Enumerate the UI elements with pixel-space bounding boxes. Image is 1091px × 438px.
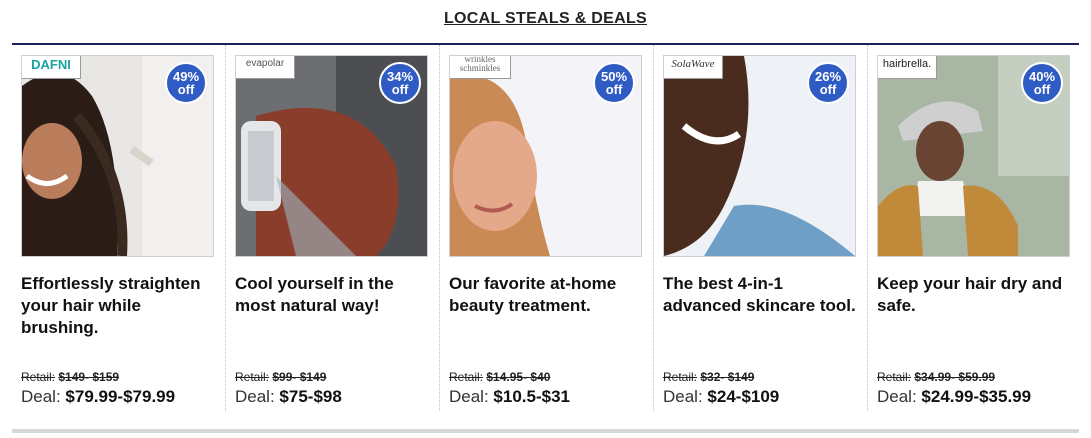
brand-logo: SolaWave — [664, 56, 723, 79]
retail-label: Retail: — [21, 370, 56, 384]
deal-price-line: Deal: $75-$98 — [235, 387, 342, 407]
retail-price-line: Retail: $99- $149 — [235, 370, 326, 384]
deal-card[interactable]: DAFNI 49% off Effortlessly straighten yo… — [12, 45, 226, 411]
deal-headline[interactable]: Effortlessly straighten your hair while … — [21, 273, 219, 339]
footer-divider — [12, 429, 1079, 433]
deal-label: Deal: — [877, 387, 917, 406]
deal-price: $79.99-$79.99 — [65, 387, 176, 406]
discount-badge: 49% off — [165, 62, 207, 104]
discount-off-label: off — [605, 82, 623, 97]
deal-price: $24-$109 — [707, 387, 780, 406]
deal-label: Deal: — [663, 387, 703, 406]
product-image[interactable]: wrinkles schminkles 50% off — [449, 55, 642, 257]
deal-price: $10.5-$31 — [493, 387, 570, 406]
retail-label: Retail: — [449, 370, 484, 384]
discount-badge: 26% off — [807, 62, 849, 104]
product-image[interactable]: hairbrella. 40% off — [877, 55, 1070, 257]
brand-logo: evapolar — [236, 56, 295, 79]
retail-price: $99- $149 — [272, 370, 327, 384]
retail-price-line: Retail: $34.99- $59.99 — [877, 370, 995, 384]
retail-label: Retail: — [235, 370, 270, 384]
deal-price-line: Deal: $10.5-$31 — [449, 387, 570, 407]
brand-logo: DAFNI — [22, 56, 81, 79]
retail-price: $149- $159 — [58, 370, 120, 384]
discount-off-label: off — [391, 82, 409, 97]
deal-price: $75-$98 — [279, 387, 342, 406]
discount-off-label: off — [1033, 82, 1051, 97]
deal-label: Deal: — [449, 387, 489, 406]
brand-logo: wrinkles schminkles — [450, 56, 511, 79]
retail-price: $14.95- $40 — [486, 370, 551, 384]
retail-price: $32- $149 — [700, 370, 755, 384]
retail-price-line: Retail: $32- $149 — [663, 370, 754, 384]
deal-label: Deal: — [21, 387, 61, 406]
retail-label: Retail: — [663, 370, 698, 384]
section-title: LOCAL STEALS & DEALS — [443, 10, 648, 27]
deal-card[interactable]: SolaWave 26% off The best 4-in-1 advance… — [654, 45, 868, 411]
deal-card[interactable]: evapolar 34% off Cool yourself in the mo… — [226, 45, 440, 411]
deal-card[interactable]: wrinkles schminkles 50% off Our favorite… — [440, 45, 654, 411]
deal-price: $24.99-$35.99 — [921, 387, 1032, 406]
deal-card[interactable]: hairbrella. 40% off Keep your hair dry a… — [868, 45, 1081, 411]
discount-off-label: off — [177, 82, 195, 97]
discount-off-label: off — [819, 82, 837, 97]
discount-badge: 40% off — [1021, 62, 1063, 104]
retail-price-line: Retail: $14.95- $40 — [449, 370, 550, 384]
deal-headline[interactable]: Cool yourself in the most natural way! — [235, 273, 433, 317]
product-image[interactable]: SolaWave 26% off — [663, 55, 856, 257]
product-image[interactable]: DAFNI 49% off — [21, 55, 214, 257]
retail-label: Retail: — [877, 370, 912, 384]
deal-price-line: Deal: $24.99-$35.99 — [877, 387, 1031, 407]
discount-badge: 50% off — [593, 62, 635, 104]
deal-headline[interactable]: The best 4-in-1 advanced skincare tool. — [663, 273, 861, 317]
deal-headline[interactable]: Keep your hair dry and safe. — [877, 273, 1075, 317]
retail-price: $34.99- $59.99 — [914, 370, 996, 384]
brand-logo: hairbrella. — [878, 56, 937, 79]
discount-badge: 34% off — [379, 62, 421, 104]
deals-row: DAFNI 49% off Effortlessly straighten yo… — [12, 45, 1079, 415]
product-image[interactable]: evapolar 34% off — [235, 55, 428, 257]
deal-label: Deal: — [235, 387, 275, 406]
retail-price-line: Retail: $149- $159 — [21, 370, 119, 384]
deal-price-line: Deal: $24-$109 — [663, 387, 779, 407]
deal-headline[interactable]: Our favorite at-home beauty treatment. — [449, 273, 647, 317]
deal-price-line: Deal: $79.99-$79.99 — [21, 387, 175, 407]
